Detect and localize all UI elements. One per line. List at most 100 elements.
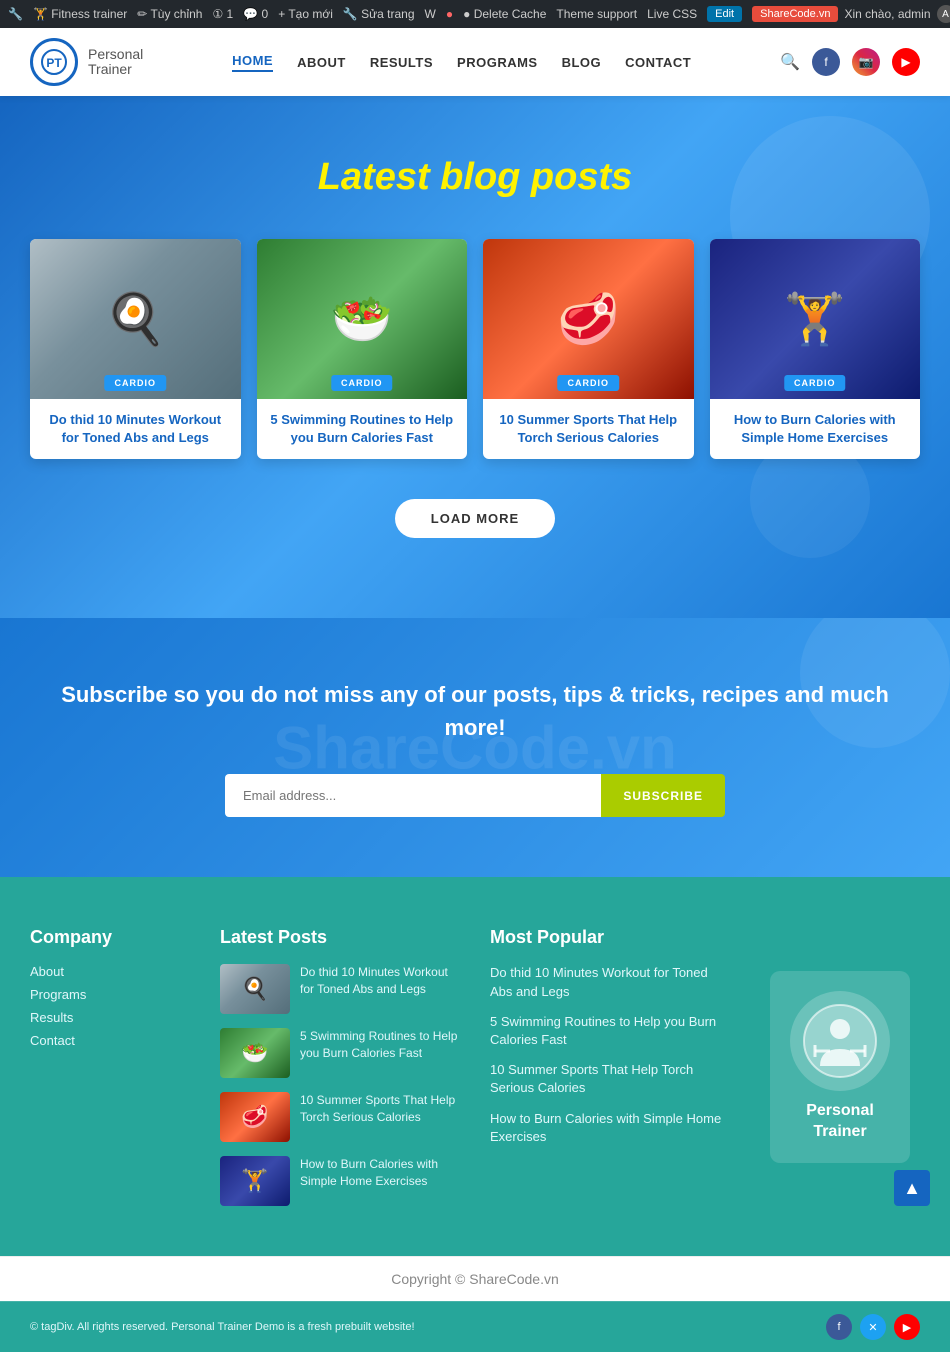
blog-card-4[interactable]: 🏋 CARDIO How to Burn Calories with Simpl… xyxy=(710,239,921,459)
logo-area: PT Personal Trainer xyxy=(30,38,143,86)
footer-posts-list: 🍳 Do thid 10 Minutes Workout for Toned A… xyxy=(220,964,460,1206)
footer-post-4-thumb: 🏋 xyxy=(220,1156,290,1206)
svg-text:PT: PT xyxy=(46,56,62,70)
admin-bar: 🔧 🏋 Fitness trainer ✏ Tùy chỉnh ① 1 💬 0 … xyxy=(0,0,950,28)
header-youtube-icon[interactable]: ▶ xyxy=(892,48,920,76)
nav-home[interactable]: HOME xyxy=(232,53,273,72)
footer-most-popular-col: Most Popular Do thid 10 Minutes Workout … xyxy=(490,927,730,1206)
admin-new[interactable]: + Tạo mới xyxy=(278,7,333,21)
admin-live-css[interactable]: Live CSS xyxy=(647,7,697,21)
admin-greeting: Xin chào, admin xyxy=(844,7,930,21)
footer-post-3-title: 10 Summer Sports That Help Torch Serious… xyxy=(300,1092,460,1126)
copyright-text: Copyright © ShareCode.vn xyxy=(391,1271,559,1287)
admin-messages[interactable]: 💬 0 xyxy=(243,7,268,21)
copyright-bar: Copyright © ShareCode.vn xyxy=(0,1256,950,1301)
card-3-img-wrap: 🥩 CARDIO xyxy=(483,239,694,399)
card-2-badge: CARDIO xyxy=(331,375,393,391)
popular-item-3[interactable]: 10 Summer Sports That Help Torch Serious… xyxy=(490,1061,730,1097)
footer-post-2-title: 5 Swimming Routines to Help you Burn Cal… xyxy=(300,1028,460,1062)
logo-personal: Personal xyxy=(88,47,143,62)
footer-bottom-text: © tagDiv. All rights reserved. Personal … xyxy=(30,1321,415,1333)
nav-contact[interactable]: CONTACT xyxy=(625,55,691,70)
subscribe-form: SUBSCRIBE xyxy=(225,774,725,817)
card-2-img-wrap: 🥗 CARDIO xyxy=(257,239,468,399)
header-facebook-icon[interactable]: f xyxy=(812,48,840,76)
email-input[interactable] xyxy=(225,774,601,817)
admin-delete-cache-label[interactable]: ● Delete Cache xyxy=(463,7,546,21)
most-popular-list: Do thid 10 Minutes Workout for Toned Abs… xyxy=(490,964,730,1146)
footer-company-heading: Company xyxy=(30,927,190,948)
blog-card-1[interactable]: 🍳 CARDIO Do thid 10 Minutes Workout for … xyxy=(30,239,241,459)
footer-youtube-icon[interactable]: ▶ xyxy=(894,1314,920,1340)
logo-trainer: Trainer xyxy=(88,62,143,77)
card-1-badge: CARDIO xyxy=(105,375,167,391)
popular-item-1[interactable]: Do thid 10 Minutes Workout for Toned Abs… xyxy=(490,964,730,1000)
popular-item-2[interactable]: 5 Swimming Routines to Help you Burn Cal… xyxy=(490,1013,730,1049)
load-more-button[interactable]: LOAD MORE xyxy=(395,499,555,538)
footer-company-col: Company About Programs Results Contact xyxy=(30,927,190,1206)
footer-link-programs[interactable]: Programs xyxy=(30,987,190,1002)
card-3-body: 10 Summer Sports That Help Torch Serious… xyxy=(483,399,694,459)
footer-twitter-icon[interactable]: ✕ xyxy=(860,1314,886,1340)
footer-post-3-thumb: 🥩 xyxy=(220,1092,290,1142)
footer-bottom: © tagDiv. All rights reserved. Personal … xyxy=(0,1301,950,1352)
blog-card-2[interactable]: 🥗 CARDIO 5 Swimming Routines to Help you… xyxy=(257,239,468,459)
header-instagram-icon[interactable]: 📷 xyxy=(852,48,880,76)
footer-post-4[interactable]: 🏋 How to Burn Calories with Simple Home … xyxy=(220,1156,460,1206)
admin-edit-btn[interactable]: Edit xyxy=(707,6,742,22)
logo-svg: PT xyxy=(40,48,68,76)
footer-link-about[interactable]: About xyxy=(30,964,190,979)
header-icons: 🔍 f 📷 ▶ xyxy=(780,48,920,76)
footer-link-contact[interactable]: Contact xyxy=(30,1033,190,1048)
admin-wp[interactable]: W xyxy=(425,7,436,21)
subscribe-heading: Subscribe so you do not miss any of our … xyxy=(30,678,920,744)
scroll-to-top-button[interactable]: ▲ xyxy=(894,1170,930,1206)
footer-facebook-icon[interactable]: f xyxy=(826,1314,852,1340)
blog-cards-grid: 🍳 CARDIO Do thid 10 Minutes Workout for … xyxy=(30,239,920,459)
admin-wp-icon: 🔧 xyxy=(8,7,23,21)
footer-grid: Company About Programs Results Contact L… xyxy=(30,927,920,1206)
admin-comments[interactable]: ① 1 xyxy=(212,7,233,21)
card-2-title: 5 Swimming Routines to Help you Burn Cal… xyxy=(269,411,456,447)
card-1-title: Do thid 10 Minutes Workout for Toned Abs… xyxy=(42,411,229,447)
blog-section-title: Latest blog posts xyxy=(30,156,920,199)
footer-logo-col: PersonalTrainer xyxy=(760,927,920,1206)
blog-section: Latest blog posts 🍳 CARDIO Do thid 10 Mi… xyxy=(0,96,950,618)
footer-logo-text: PersonalTrainer xyxy=(790,1101,890,1143)
site-footer: Company About Programs Results Contact L… xyxy=(0,877,950,1256)
footer-logo-svg xyxy=(800,1001,880,1081)
card-1-body: Do thid 10 Minutes Workout for Toned Abs… xyxy=(30,399,241,459)
footer-popular-heading: Most Popular xyxy=(490,927,730,948)
footer-latest-heading: Latest Posts xyxy=(220,927,460,948)
admin-fitness-trainer[interactable]: 🏋 Fitness trainer xyxy=(33,7,127,21)
footer-post-3[interactable]: 🥩 10 Summer Sports That Help Torch Serio… xyxy=(220,1092,460,1142)
footer-post-2-thumb: 🥗 xyxy=(220,1028,290,1078)
card-4-badge: CARDIO xyxy=(784,375,846,391)
card-4-img-wrap: 🏋 CARDIO xyxy=(710,239,921,399)
admin-delete-cache[interactable]: ● xyxy=(446,7,453,21)
admin-edit-page[interactable]: 🔧 Sửa trang xyxy=(343,7,415,21)
admin-theme-support[interactable]: Theme support xyxy=(556,7,637,21)
footer-link-results[interactable]: Results xyxy=(30,1010,190,1025)
footer-latest-posts-col: Latest Posts 🍳 Do thid 10 Minutes Workou… xyxy=(220,927,460,1206)
header-search-icon[interactable]: 🔍 xyxy=(780,52,800,72)
footer-post-1-title: Do thid 10 Minutes Workout for Toned Abs… xyxy=(300,964,460,998)
nav-results[interactable]: RESULTS xyxy=(370,55,433,70)
sharecode-logo: ShareCode.vn xyxy=(752,6,838,22)
blog-card-3[interactable]: 🥩 CARDIO 10 Summer Sports That Help Torc… xyxy=(483,239,694,459)
footer-post-2[interactable]: 🥗 5 Swimming Routines to Help you Burn C… xyxy=(220,1028,460,1078)
main-nav: HOME ABOUT RESULTS PROGRAMS BLOG CONTACT xyxy=(232,53,691,72)
card-4-body: How to Burn Calories with Simple Home Ex… xyxy=(710,399,921,459)
admin-sharecode-badge: ShareCode.vn Xin chào, admin A 🔍 xyxy=(752,5,950,23)
nav-blog[interactable]: BLOG xyxy=(562,55,602,70)
admin-customize[interactable]: ✏ Tùy chỉnh xyxy=(137,7,202,21)
popular-item-4[interactable]: How to Burn Calories with Simple Home Ex… xyxy=(490,1110,730,1146)
nav-programs[interactable]: PROGRAMS xyxy=(457,55,538,70)
footer-post-1[interactable]: 🍳 Do thid 10 Minutes Workout for Toned A… xyxy=(220,964,460,1014)
subscribe-button[interactable]: SUBSCRIBE xyxy=(601,774,725,817)
footer-logo-box: PersonalTrainer xyxy=(770,971,910,1163)
footer-bottom-socials: f ✕ ▶ xyxy=(826,1314,920,1340)
card-2-body: 5 Swimming Routines to Help you Burn Cal… xyxy=(257,399,468,459)
nav-about[interactable]: ABOUT xyxy=(297,55,346,70)
card-1-img-wrap: 🍳 CARDIO xyxy=(30,239,241,399)
